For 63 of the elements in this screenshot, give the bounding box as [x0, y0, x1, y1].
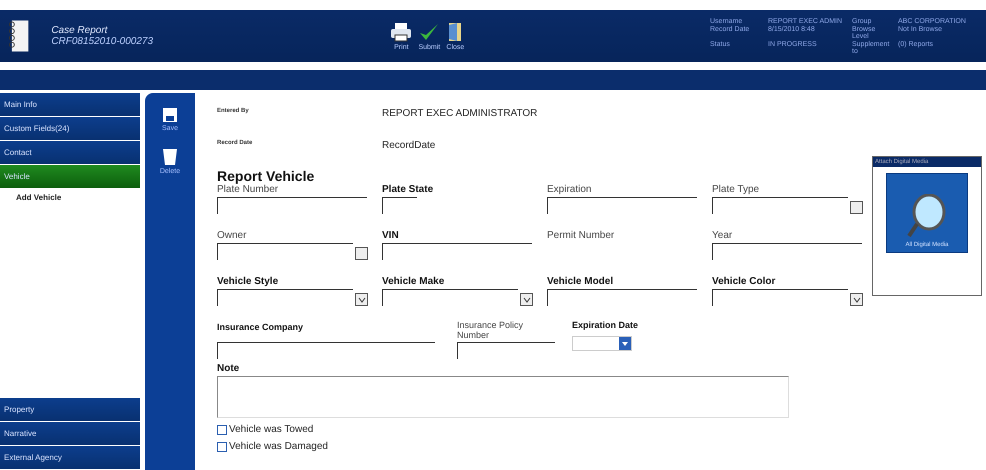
- field-label: Plate Type: [712, 184, 760, 195]
- magnifier-icon: [907, 194, 947, 238]
- dropdown-button[interactable]: [355, 293, 368, 306]
- checkbox-label[interactable]: Vehicle was Towed: [217, 424, 867, 435]
- text-field[interactable]: [217, 342, 435, 359]
- window-title: Case Report: [51, 25, 109, 36]
- field-label: Note: [217, 363, 240, 374]
- notebook-icon: [8, 19, 30, 53]
- text-field[interactable]: [547, 289, 697, 306]
- meta-value: RecordDate: [382, 140, 436, 151]
- field-label: Expiration Date: [572, 320, 640, 330]
- field-label: Vehicle Style: [217, 276, 280, 287]
- nav-item[interactable]: Custom Fields(24): [0, 117, 140, 140]
- dropdown-icon: [619, 337, 631, 350]
- dropdown-field[interactable]: [382, 289, 518, 306]
- nav-item[interactable]: Vehicle: [0, 165, 140, 188]
- dropdown-button[interactable]: [850, 293, 863, 306]
- field-label: Year: [712, 230, 734, 241]
- date-field[interactable]: [572, 336, 632, 351]
- dropdown-field[interactable]: [712, 289, 848, 306]
- text-field[interactable]: [712, 197, 848, 214]
- text-field[interactable]: [712, 243, 862, 260]
- field-label: Vehicle Make: [382, 276, 446, 287]
- printer-icon: [390, 22, 412, 42]
- lookup-button[interactable]: [850, 201, 863, 214]
- text-field[interactable]: [217, 243, 353, 260]
- field-label: Expiration: [547, 184, 592, 195]
- field-label: Plate State: [382, 184, 434, 195]
- text-field[interactable]: [457, 342, 555, 359]
- nav-item[interactable]: External Agency: [0, 446, 140, 469]
- nav-item[interactable]: Contact: [0, 141, 140, 164]
- caret-icon: [852, 296, 860, 302]
- note-field[interactable]: [217, 376, 789, 418]
- text-field[interactable]: [382, 243, 532, 260]
- field-label: Insurance Policy Number: [457, 320, 524, 340]
- field-label: VIN: [382, 230, 400, 241]
- dropdown-field[interactable]: [217, 289, 353, 306]
- check-icon: [418, 22, 440, 42]
- text-field[interactable]: [217, 197, 367, 214]
- field-label: Vehicle Color: [712, 276, 776, 287]
- field-label: Owner: [217, 230, 248, 241]
- lookup-button[interactable]: [355, 247, 368, 260]
- field-label: Insurance Company: [217, 322, 304, 332]
- trash-icon: [162, 148, 177, 166]
- caret-icon: [358, 296, 366, 302]
- nav-item[interactable]: Property: [0, 398, 140, 421]
- nav-item[interactable]: Main Info: [0, 93, 140, 116]
- field-label: Vehicle Model: [547, 276, 614, 287]
- nav-item[interactable]: Narrative: [0, 422, 140, 445]
- checkbox-label[interactable]: Vehicle was Damaged: [217, 441, 867, 452]
- field-label: Permit Number: [547, 230, 616, 241]
- field-label: Plate Number: [217, 184, 280, 195]
- checkbox[interactable]: [217, 442, 227, 452]
- sub-nav-item[interactable]: Add Vehicle: [0, 189, 140, 202]
- dropdown-button[interactable]: [520, 293, 533, 306]
- caret-icon: [522, 296, 530, 302]
- text-field[interactable]: [382, 197, 417, 214]
- text-field[interactable]: [547, 197, 697, 214]
- save-icon: [162, 107, 178, 123]
- case-number: CRF08152010-000273: [51, 36, 154, 47]
- checkbox[interactable]: [217, 424, 227, 434]
- section-title: Report Vehicle: [217, 168, 316, 184]
- meta-value: REPORT EXEC ADMINISTRATOR: [382, 108, 538, 119]
